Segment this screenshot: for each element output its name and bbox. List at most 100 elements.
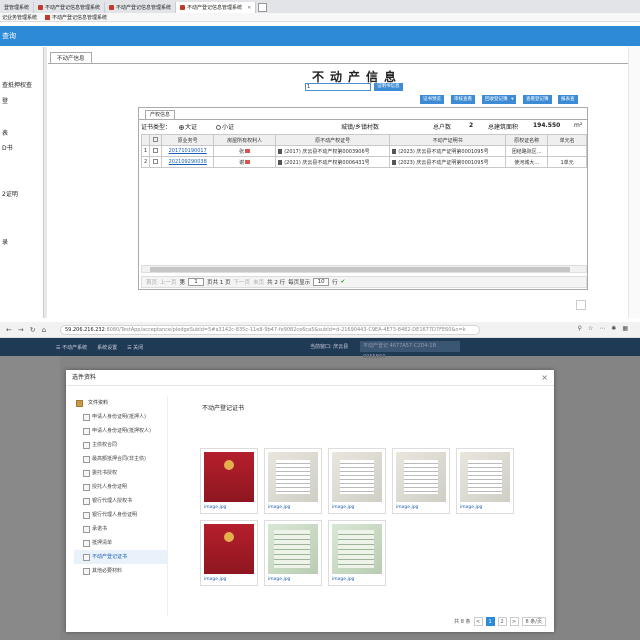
- report-button[interactable]: 报表查: [558, 95, 578, 104]
- tree-item[interactable]: 主债权合同: [74, 438, 167, 452]
- first-page-button[interactable]: 首页: [146, 278, 157, 286]
- business-id-link[interactable]: 202109290038: [161, 156, 215, 168]
- prev-page-button[interactable]: <: [473, 617, 483, 626]
- radio-big-cert[interactable]: 大证: [179, 122, 197, 131]
- image-filename[interactable]: image.jpg: [204, 505, 226, 510]
- proof-number: (2023) 庆云县不动产证明第0001095号: [398, 159, 489, 166]
- business-id-link[interactable]: 201710190017: [161, 145, 215, 157]
- recycle-register-button[interactable]: 回收登记簿: [482, 95, 516, 104]
- sidebar-item[interactable]: D书: [2, 143, 13, 152]
- tree-item[interactable]: 最高额抵押合同(非主债): [74, 452, 167, 466]
- sidebar-item[interactable]: 查抵押权查: [2, 80, 32, 89]
- tree-item[interactable]: 抵押清单: [74, 536, 167, 550]
- close-icon[interactable]: ×: [541, 370, 548, 386]
- table-row[interactable]: 2 202109290038 谢 (2021) 庆云县不动产权第0006431号…: [140, 156, 587, 168]
- close-icon[interactable]: ✕: [247, 5, 251, 11]
- next-page-button[interactable]: 下一页: [234, 278, 251, 286]
- tree-item-selected[interactable]: 不动产登记证书: [74, 550, 167, 564]
- image-thumbnail[interactable]: image.jpg: [328, 520, 386, 586]
- image-thumbnail[interactable]: image.jpg: [200, 520, 258, 586]
- tab-label: 登管理系统: [4, 5, 30, 11]
- bookmark-2[interactable]: 不动产登记信息管理系统: [45, 14, 107, 21]
- tree-item[interactable]: 其他必要材料: [74, 564, 167, 578]
- tree-item[interactable]: 委托书授权: [74, 466, 167, 480]
- browser-tab-2[interactable]: 不动产登记信息管理系统: [34, 2, 106, 13]
- image-filename[interactable]: image.jpg: [332, 505, 354, 510]
- sidebar-item[interactable]: 2证明: [2, 189, 18, 198]
- image-thumbnail[interactable]: image.jpg: [264, 520, 322, 586]
- page-2-button[interactable]: 2: [497, 617, 507, 626]
- page-label: 第: [179, 280, 186, 286]
- home-icon[interactable]: ⌂: [42, 326, 46, 334]
- nav-item-close[interactable]: ☰ 关闭: [127, 344, 143, 351]
- image-filename[interactable]: image.jpg: [396, 505, 418, 510]
- browser-tab-4[interactable]: 不动产登记信息管理系统 ✕: [176, 2, 257, 13]
- redaction-mark: [245, 159, 251, 164]
- image-filename[interactable]: image.jpg: [268, 577, 290, 582]
- image-thumbnail[interactable]: image.jpg: [328, 448, 386, 514]
- per-page-label: 每页显示: [288, 280, 311, 286]
- image-filename[interactable]: image.jpg: [268, 505, 290, 510]
- image-thumbnail[interactable]: image.jpg: [456, 448, 514, 514]
- page-input[interactable]: 1: [188, 278, 205, 286]
- query-button[interactable]: 证明书信息: [374, 83, 403, 91]
- tree-item[interactable]: 银行代理人授权书: [74, 494, 167, 508]
- address-bar[interactable]: 59.206.216.232:8080/TestApp/acceptance/p…: [60, 325, 480, 335]
- splitter[interactable]: [44, 47, 47, 318]
- image-thumbnail[interactable]: image.jpg: [392, 448, 450, 514]
- tree-item[interactable]: 承诺书: [74, 522, 167, 536]
- image-thumbnail[interactable]: image.jpg: [200, 448, 258, 514]
- scrollbar-thumb[interactable]: [150, 267, 570, 272]
- per-page-input[interactable]: 10: [313, 278, 330, 286]
- checkbox-header[interactable]: [149, 134, 163, 146]
- reload-icon[interactable]: ↻: [30, 326, 36, 334]
- tab-label: 不动产登记信息管理系统: [45, 5, 101, 11]
- tree-item[interactable]: 授托人身份证明: [74, 480, 167, 494]
- image-filename[interactable]: image.jpg: [460, 505, 482, 510]
- page-size-select[interactable]: 8 条/页: [521, 617, 546, 626]
- tab-property-info[interactable]: 产权信息: [145, 110, 176, 119]
- page-1-button[interactable]: 1: [485, 617, 495, 626]
- horizontal-scrollbar[interactable]: [141, 265, 587, 273]
- document-icon: [278, 159, 283, 165]
- unit-cell: [547, 145, 587, 157]
- view-register-button[interactable]: 查看登记簿: [523, 95, 552, 104]
- tree-item[interactable]: 银行代理人身份证明: [74, 508, 167, 522]
- image-thumbnail[interactable]: image.jpg: [264, 448, 322, 514]
- table-pager: 首页 上一页 第 1 页共 1 页 下一页 末页 共 2 行 每页显示 10 行…: [141, 276, 587, 288]
- nav-item-system[interactable]: ☰ 不动产系统: [56, 344, 87, 351]
- check-icon[interactable]: ✔: [341, 279, 346, 285]
- vertical-scrollbar[interactable]: [628, 47, 640, 318]
- browser-tab-1[interactable]: 登管理系统: [0, 2, 35, 13]
- bookmark-1[interactable]: 记业务管理系统: [2, 14, 37, 21]
- forward-icon[interactable]: →: [18, 326, 24, 334]
- table-row[interactable]: 1 201710190017 张 (2017) 庆云县不动产权第0003906号…: [140, 145, 587, 157]
- tree-item[interactable]: 申请人身份证明(抵押权人): [74, 424, 167, 438]
- row-checkbox[interactable]: [149, 145, 163, 157]
- review-view-button[interactable]: 审核查看: [451, 95, 475, 104]
- prev-page-button[interactable]: 上一页: [160, 278, 177, 286]
- business-number-field[interactable]: 不动产登记 4677A57-C2D4-1B 0065B60: [360, 341, 460, 360]
- last-page-button[interactable]: 末页: [253, 278, 264, 286]
- nav-item-settings[interactable]: 系统设置: [97, 344, 117, 351]
- total-count: 共 8 条: [454, 619, 471, 625]
- row-number: 1: [140, 145, 151, 157]
- image-filename[interactable]: image.jpg: [332, 577, 354, 582]
- document-image: [332, 524, 382, 574]
- row-checkbox[interactable]: [149, 156, 163, 168]
- next-page-button[interactable]: >: [509, 617, 519, 626]
- tree-item[interactable]: 申请人身份证明(抵押人): [74, 410, 167, 424]
- image-filename[interactable]: image.jpg: [204, 577, 226, 582]
- sidebar-item[interactable]: 录: [2, 237, 8, 246]
- certificate-preview-button[interactable]: 证书预览: [420, 95, 444, 104]
- tree-root[interactable]: 文件资料: [74, 396, 167, 410]
- back-icon[interactable]: ←: [6, 326, 12, 334]
- query-input[interactable]: 1: [305, 83, 371, 91]
- new-tab-button[interactable]: [258, 3, 268, 12]
- sidebar-item[interactable]: 登: [2, 96, 8, 105]
- browser-actions[interactable]: ⚲☆⋯✱▦: [578, 325, 634, 332]
- browser-tab-3[interactable]: 不动产登记信息管理系统: [105, 2, 177, 13]
- sidebar-item[interactable]: 表: [2, 128, 8, 137]
- radio-small-cert[interactable]: 小证: [216, 122, 234, 131]
- content-tab[interactable]: 不动产信息: [50, 52, 92, 63]
